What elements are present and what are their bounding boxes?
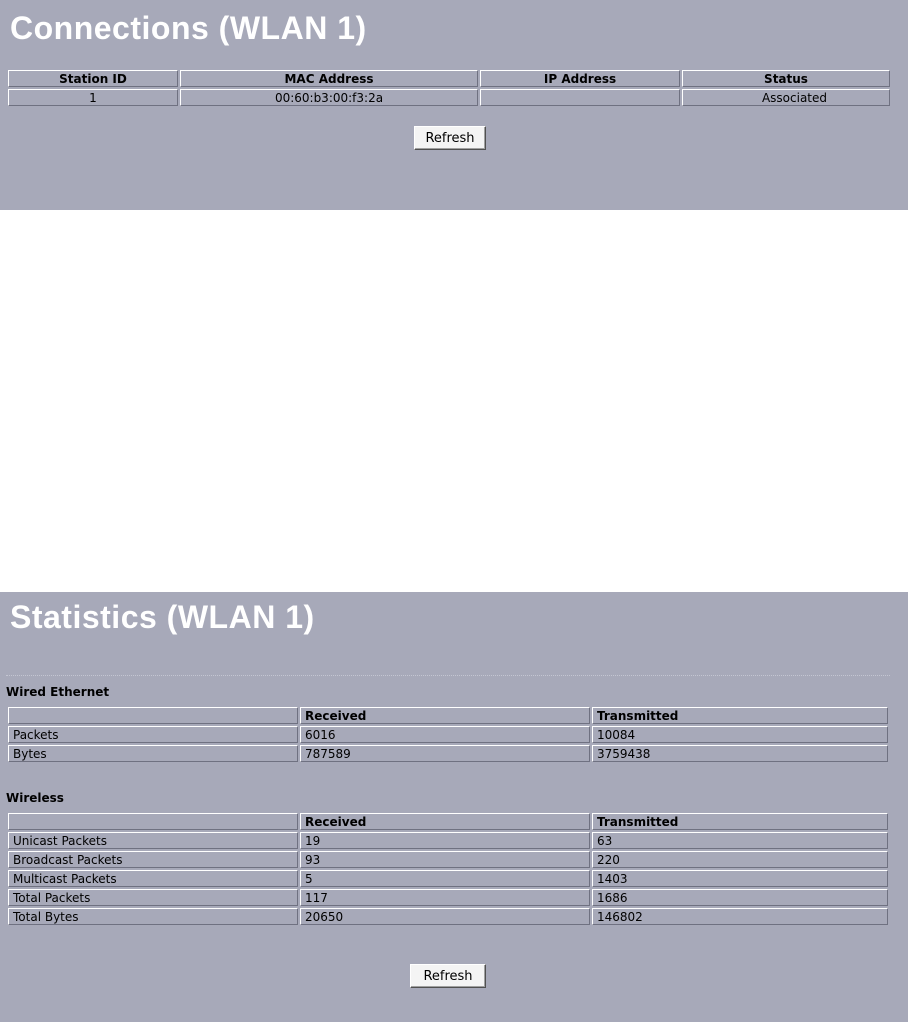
transmitted-value: 63 — [592, 832, 888, 849]
column-header-mac-address: MAC Address — [180, 70, 478, 87]
row-label: Multicast Packets — [8, 870, 298, 887]
transmitted-value: 220 — [592, 851, 888, 868]
table-row: 1 00:60:b3:00:f3:2a Associated — [8, 89, 890, 106]
table-row: Total Bytes 20650 146802 — [8, 908, 888, 925]
received-value: 20650 — [300, 908, 590, 925]
table-row: Multicast Packets 5 1403 — [8, 870, 888, 887]
column-header-name — [8, 707, 298, 724]
status-cell: Associated — [682, 89, 890, 106]
column-header-station-id: Station ID — [8, 70, 178, 87]
received-value: 19 — [300, 832, 590, 849]
table-row: Total Packets 117 1686 — [8, 889, 888, 906]
table-header-row: Station ID MAC Address IP Address Status — [8, 70, 890, 87]
wired-ethernet-table: Received Transmitted Packets 6016 10084 … — [6, 705, 890, 764]
received-value: 5 — [300, 870, 590, 887]
table-header-row: Received Transmitted — [8, 813, 888, 830]
column-header-received: Received — [300, 813, 590, 830]
received-value: 117 — [300, 889, 590, 906]
row-label: Total Packets — [8, 889, 298, 906]
transmitted-value: 1686 — [592, 889, 888, 906]
column-header-received: Received — [300, 707, 590, 724]
table-row: Bytes 787589 3759438 — [8, 745, 888, 762]
divider — [6, 675, 890, 676]
row-label: Unicast Packets — [8, 832, 298, 849]
table-row: Packets 6016 10084 — [8, 726, 888, 743]
row-label: Bytes — [8, 745, 298, 762]
table-row: Unicast Packets 19 63 — [8, 832, 888, 849]
statistics-panel: Statistics (WLAN 1) Wired Ethernet Recei… — [0, 592, 908, 1022]
connections-title: Connections (WLAN 1) — [10, 10, 367, 46]
row-label: Packets — [8, 726, 298, 743]
column-header-transmitted: Transmitted — [592, 707, 888, 724]
mac-address-cell: 00:60:b3:00:f3:2a — [180, 89, 478, 106]
table-row: Broadcast Packets 93 220 — [8, 851, 888, 868]
received-value: 93 — [300, 851, 590, 868]
ip-address-cell — [480, 89, 680, 106]
table-header-row: Received Transmitted — [8, 707, 888, 724]
row-label: Total Bytes — [8, 908, 298, 925]
transmitted-value: 3759438 — [592, 745, 888, 762]
wired-ethernet-label: Wired Ethernet — [6, 685, 110, 699]
column-header-ip-address: IP Address — [480, 70, 680, 87]
transmitted-value: 10084 — [592, 726, 888, 743]
received-value: 787589 — [300, 745, 590, 762]
statistics-title: Statistics (WLAN 1) — [10, 599, 315, 635]
column-header-status: Status — [682, 70, 890, 87]
column-header-name — [8, 813, 298, 830]
transmitted-value: 1403 — [592, 870, 888, 887]
connections-table: Station ID MAC Address IP Address Status… — [6, 68, 892, 108]
row-label: Broadcast Packets — [8, 851, 298, 868]
received-value: 6016 — [300, 726, 590, 743]
statistics-refresh-button[interactable]: Refresh — [410, 964, 486, 988]
column-header-transmitted: Transmitted — [592, 813, 888, 830]
wireless-table: Received Transmitted Unicast Packets 19 … — [6, 811, 890, 927]
wireless-label: Wireless — [6, 791, 64, 805]
transmitted-value: 146802 — [592, 908, 888, 925]
station-id-cell: 1 — [8, 89, 178, 106]
connections-panel: Connections (WLAN 1) Station ID MAC Addr… — [0, 0, 908, 210]
connections-refresh-button[interactable]: Refresh — [414, 126, 486, 150]
